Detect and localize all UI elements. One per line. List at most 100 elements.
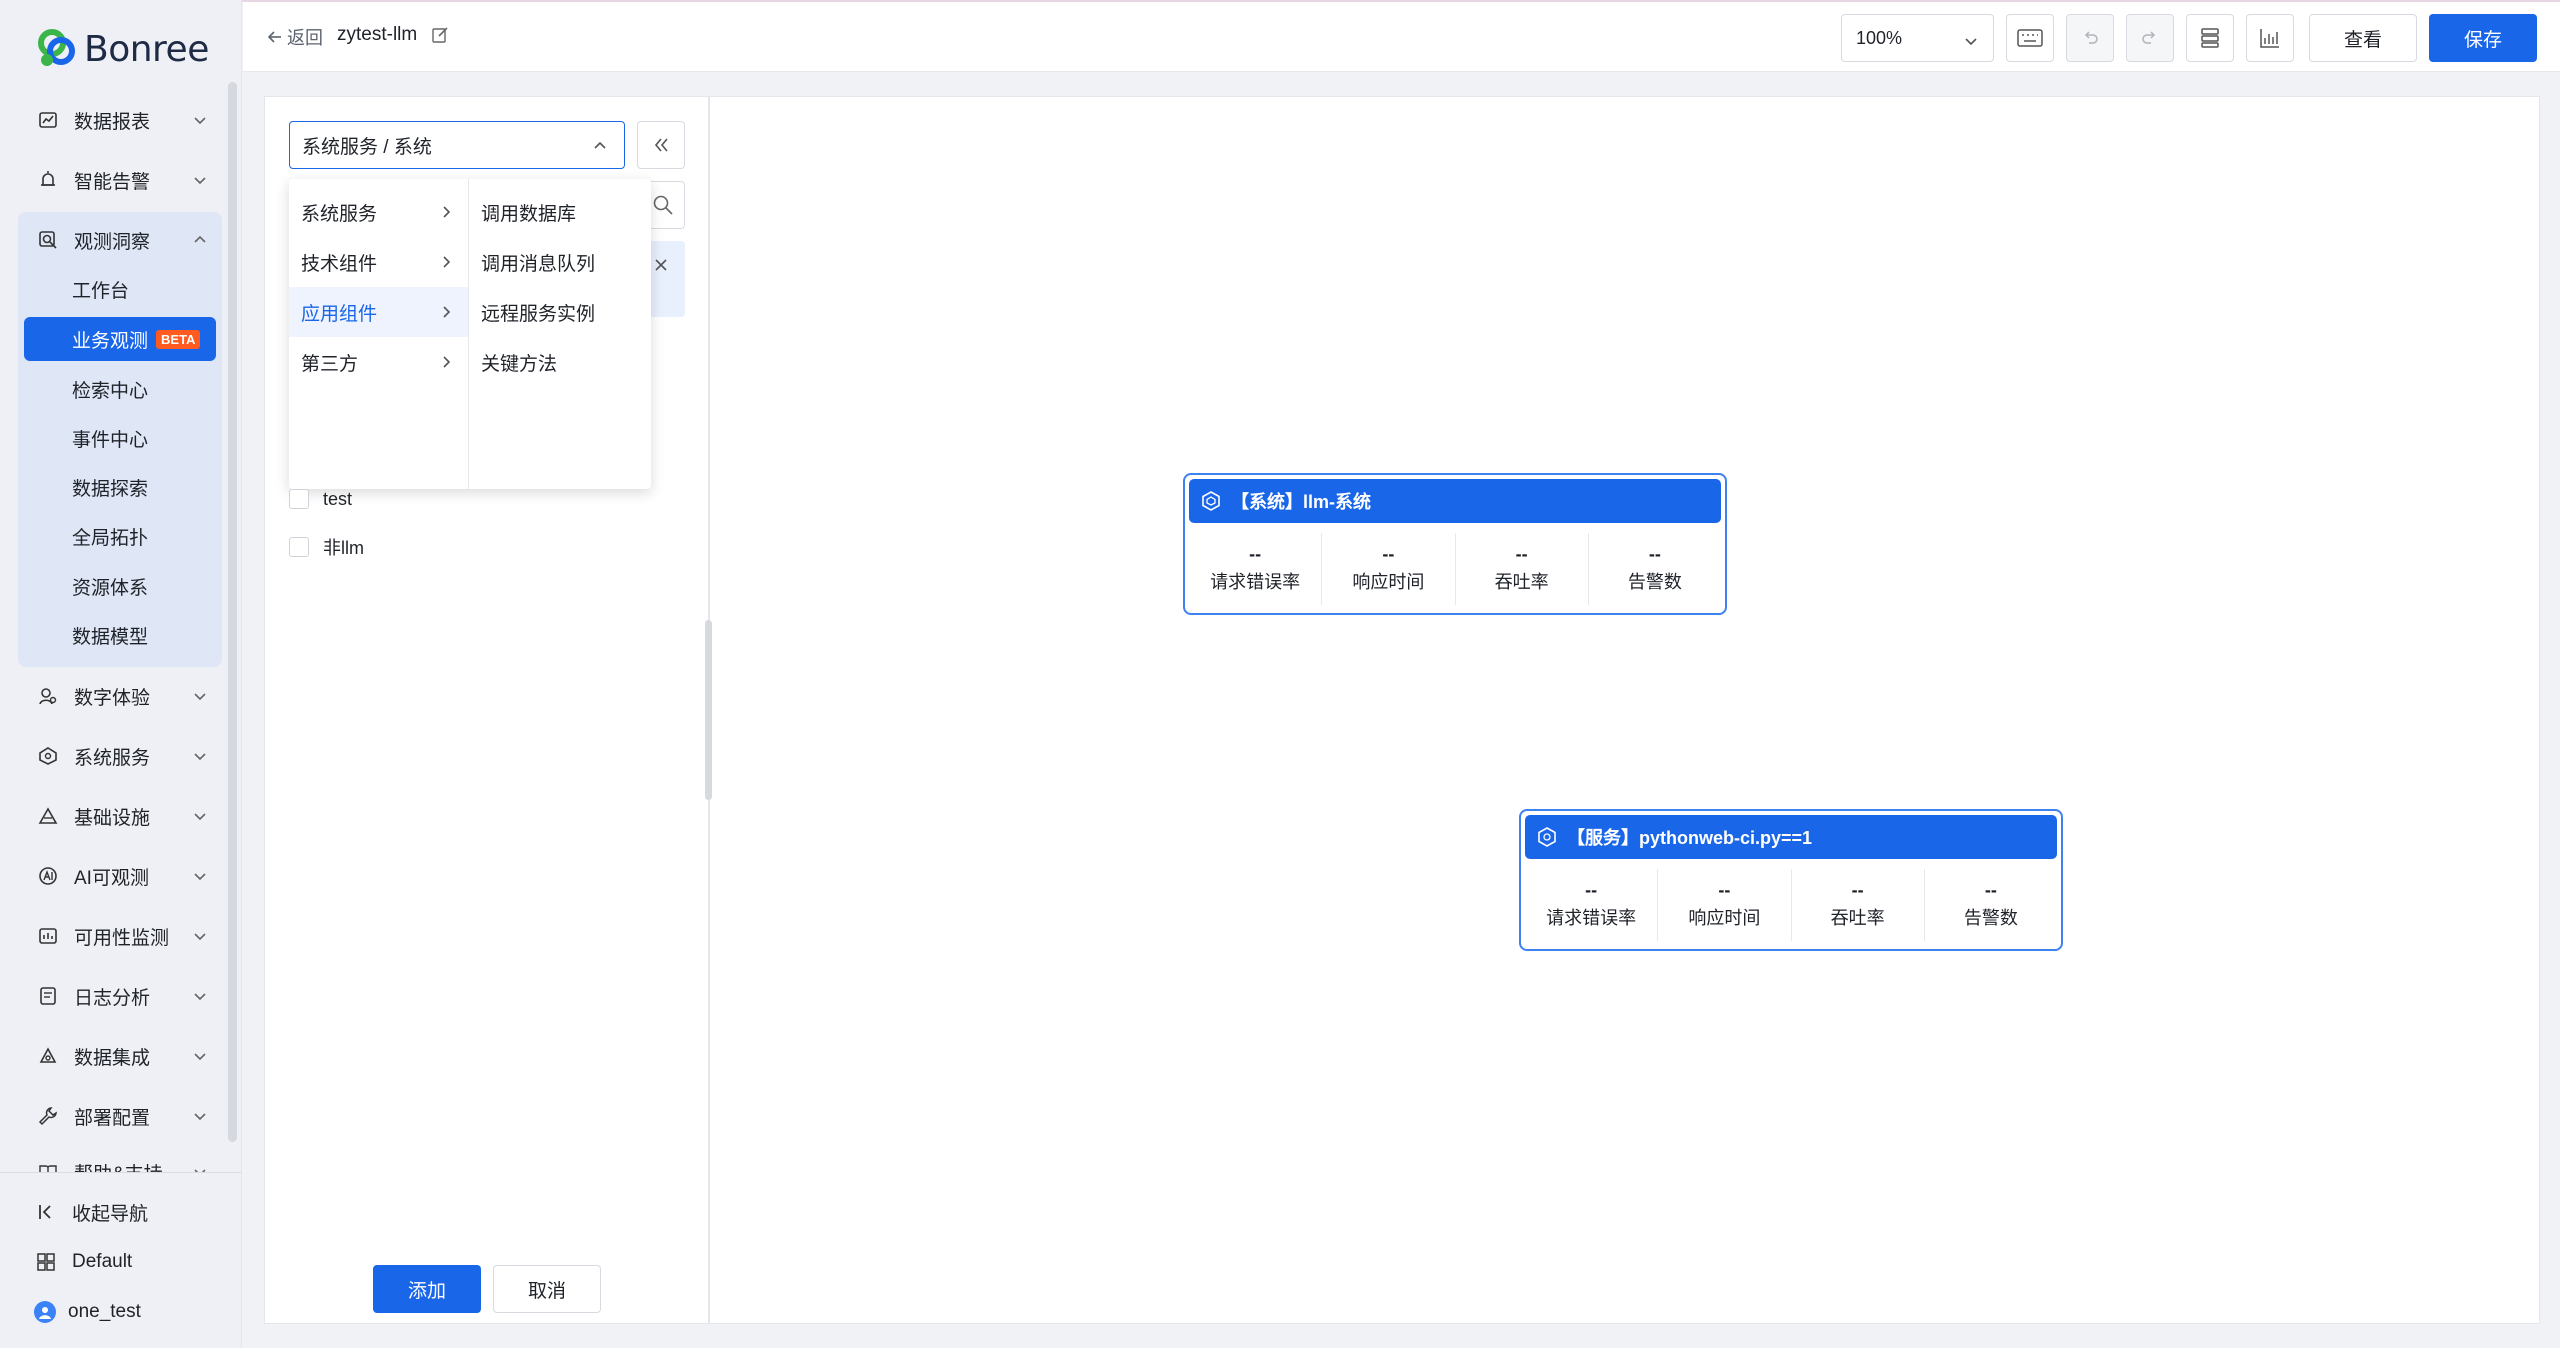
nav-item-observe[interactable]: 观测洞察	[18, 216, 222, 264]
beta-badge: BETA	[156, 329, 201, 349]
checkbox[interactable]	[289, 537, 309, 557]
list-item[interactable]: test	[289, 485, 352, 513]
chevron-down-icon	[194, 933, 206, 941]
nav-sub-workbench[interactable]: 工作台	[24, 267, 216, 311]
undo-button[interactable]	[2066, 14, 2114, 62]
option-label: 调用消息队列	[481, 253, 596, 275]
collapse-icon	[34, 1200, 58, 1224]
metric-throughput: -- 吞吐率	[1456, 533, 1589, 605]
nav-sub-data-explore[interactable]: 数据探索	[24, 465, 216, 509]
logo[interactable]: Bonree	[36, 26, 209, 72]
list-item[interactable]: 非llm	[289, 533, 364, 561]
nav-item-label: 数字体验	[74, 687, 151, 709]
nav-sub-label: 事件中心	[72, 429, 149, 451]
user-menu[interactable]: one_test	[18, 1290, 222, 1334]
header: 返回 zytest-llm 100% 查看 保存	[243, 2, 2560, 72]
list-item-label: test	[323, 488, 353, 509]
metric-alert-count: -- 告警数	[1589, 533, 1721, 605]
cascader-option-third-party[interactable]: 第三方	[289, 337, 468, 387]
cascader-option-call-database[interactable]: 调用数据库	[469, 187, 651, 237]
page-title-text: zytest-llm	[337, 24, 418, 45]
nav-item-digital-experience[interactable]: 数字体验	[18, 672, 222, 720]
view-button[interactable]: 查看	[2309, 14, 2417, 62]
cascader-option-remote-instance[interactable]: 远程服务实例	[469, 287, 651, 337]
type-cascader[interactable]: 系统服务 / 系统	[289, 121, 625, 169]
nav-item-help[interactable]: 帮助&支持	[18, 1148, 222, 1172]
nav-sub-event-center[interactable]: 事件中心	[24, 416, 216, 460]
undo-icon	[2084, 31, 2098, 44]
workspace-switcher[interactable]: Default	[18, 1240, 222, 1284]
panel-resize-handle[interactable]	[705, 620, 712, 800]
zoom-value: 100%	[1856, 27, 1903, 48]
metric-label: 吞吐率	[1830, 908, 1885, 928]
nav-item-availability[interactable]: 可用性监测	[18, 912, 222, 960]
nav-sub-search-center[interactable]: 检索中心	[24, 367, 216, 411]
redo-button[interactable]	[2126, 14, 2174, 62]
nav-item-deploy-config[interactable]: 部署配置	[18, 1092, 222, 1140]
topology-node-service[interactable]: 【服务】pythonweb-ci.py==1 -- 请求错误率 -- 响应时间 --…	[1519, 809, 2063, 951]
back-link[interactable]: 返回	[267, 24, 323, 50]
nav-item-label: 观测洞察	[74, 231, 151, 253]
topology-canvas[interactable]: 【系统】llm-系统 -- 请求错误率 -- 响应时间 -- 吞吐率 -- 告警数 【服…	[709, 96, 2540, 1324]
layout-button[interactable]	[2186, 14, 2234, 62]
keyboard-shortcuts-button[interactable]	[2006, 14, 2054, 62]
topology-node-system[interactable]: 【系统】llm-系统 -- 请求错误率 -- 响应时间 -- 吞吐率 -- 告警数	[1183, 473, 1727, 615]
zoom-select[interactable]: 100%	[1841, 14, 1994, 62]
nav-item-log-analysis[interactable]: 日志分析	[18, 972, 222, 1020]
metric-response-time: -- 响应时间	[1322, 533, 1456, 605]
cascader-level1: 系统服务 技术组件 应用组件 第三方	[289, 179, 469, 489]
nav-sub-business-observe[interactable]: 业务观测 BETA	[24, 317, 216, 361]
chevron-right-icon	[443, 206, 451, 218]
nav-item-alerts[interactable]: 智能告警	[18, 156, 222, 204]
metric-value: --	[1249, 544, 1262, 564]
chevron-down-icon	[194, 753, 206, 761]
save-button[interactable]: 保存	[2429, 14, 2537, 62]
nav-scrollbar[interactable]	[228, 82, 237, 1142]
cascader-option-call-mq[interactable]: 调用消息队列	[469, 237, 651, 287]
nav-item-reports[interactable]: 数据报表	[18, 96, 222, 144]
option-label: 应用组件	[301, 303, 378, 325]
cancel-button[interactable]: 取消	[493, 1265, 601, 1313]
double-chevron-left-icon	[654, 138, 668, 152]
option-label: 远程服务实例	[481, 303, 596, 325]
nav-item-infrastructure[interactable]: 基础设施	[18, 792, 222, 840]
book-icon	[36, 1160, 60, 1172]
metric-label: 响应时间	[1688, 908, 1761, 928]
metric-response-time: -- 响应时间	[1658, 869, 1792, 941]
collapse-nav-button[interactable]: 收起导航	[18, 1190, 222, 1234]
list-item-label: 非llm	[323, 538, 364, 558]
back-label: 返回	[287, 28, 323, 48]
nav-sub-label: 数据模型	[72, 626, 149, 648]
nav-item-label: AI可观测	[74, 867, 149, 889]
nav-sub-data-model[interactable]: 数据模型	[24, 613, 216, 657]
metric-alert-count: -- 告警数	[1925, 869, 2057, 941]
integration-icon	[36, 1044, 60, 1068]
cascader-option-app-component[interactable]: 应用组件	[289, 287, 468, 337]
add-button[interactable]: 添加	[373, 1265, 481, 1313]
nav-item-data-integration[interactable]: 数据集成	[18, 1032, 222, 1080]
availability-icon	[36, 924, 60, 948]
nav-sub-global-topology[interactable]: 全局拓扑	[24, 514, 216, 558]
edit-icon[interactable]	[431, 26, 449, 44]
cascader-option-key-method[interactable]: 关键方法	[469, 337, 651, 387]
nav-sub-resource-system[interactable]: 资源体系	[24, 564, 216, 608]
page-title: zytest-llm	[337, 24, 449, 46]
close-icon[interactable]	[653, 257, 669, 273]
collapse-panel-button[interactable]	[637, 121, 685, 169]
chart-settings-button[interactable]	[2246, 14, 2294, 62]
option-label: 技术组件	[301, 253, 378, 275]
hexagon-icon	[1201, 491, 1221, 511]
chevron-right-icon	[443, 256, 451, 268]
checkbox[interactable]	[289, 489, 309, 509]
cascader-option-tech-component[interactable]: 技术组件	[289, 237, 468, 287]
chart-icon	[36, 108, 60, 132]
option-label: 第三方	[301, 353, 359, 375]
chevron-down-icon	[194, 873, 206, 881]
nav-item-ai-observe[interactable]: AI可观测	[18, 852, 222, 900]
nav-item-label: 日志分析	[74, 987, 151, 1009]
redo-icon	[2142, 31, 2156, 44]
metric-value: --	[1718, 880, 1731, 900]
avatar	[34, 1301, 56, 1323]
cascader-option-system-service[interactable]: 系统服务	[289, 187, 468, 237]
nav-item-system-service[interactable]: 系统服务	[18, 732, 222, 780]
